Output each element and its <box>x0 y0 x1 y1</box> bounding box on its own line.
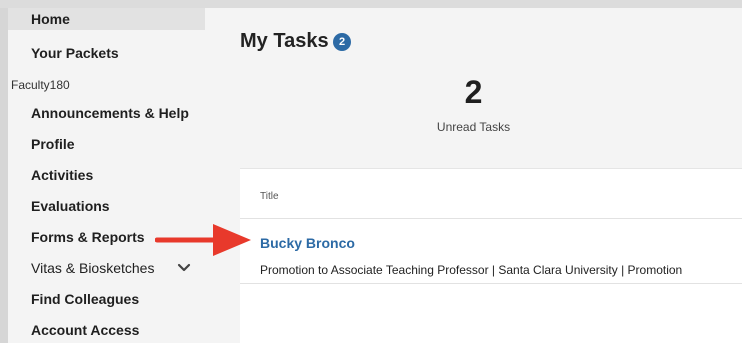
sidebar-item-label: Evaluations <box>31 198 110 214</box>
red-arrow-icon <box>155 224 251 256</box>
sidebar-item-label: Profile <box>31 136 75 152</box>
sidebar-item-account-access[interactable]: Account Access <box>8 315 205 343</box>
sidebar-item-label: Vitas & Biosketches <box>31 260 155 276</box>
page-title: My Tasks <box>240 30 329 52</box>
task-table: Title Bucky Bronco Promotion to Associat… <box>240 168 742 343</box>
sidebar: Home Your Packets Faculty180 Announcemen… <box>8 8 205 343</box>
sidebar-section-label: Faculty180 <box>11 78 70 92</box>
task-description: Promotion to Associate Teaching Professo… <box>260 263 683 277</box>
unread-task-label: Unread Tasks <box>436 120 511 134</box>
sidebar-item-label: Account Access <box>31 322 140 338</box>
sidebar-item-activities[interactable]: Activities <box>8 160 205 190</box>
sidebar-item-label: Find Colleagues <box>31 291 140 307</box>
sidebar-item-your-packets[interactable]: Your Packets <box>8 38 205 68</box>
sidebar-item-find-colleagues[interactable]: Find Colleagues <box>8 284 205 314</box>
sidebar-item-label: Home <box>31 11 70 27</box>
sidebar-item-home[interactable]: Home <box>8 8 205 30</box>
divider <box>240 218 742 219</box>
divider <box>240 283 742 284</box>
sidebar-item-label: Forms & Reports <box>31 229 145 245</box>
unread-task-count: 2 <box>464 74 483 110</box>
sidebar-item-label: Announcements & Help <box>31 105 189 121</box>
chevron-down-icon[interactable] <box>177 261 191 275</box>
top-bar <box>0 0 742 8</box>
task-title-link[interactable]: Bucky Bronco <box>260 235 355 251</box>
sidebar-item-label: Your Packets <box>31 45 119 61</box>
sidebar-item-label: Activities <box>31 167 94 183</box>
main-content: My Tasks 2 2 Unread Tasks Title Bucky Br… <box>205 8 742 343</box>
sidebar-item-profile[interactable]: Profile <box>8 129 205 159</box>
sidebar-item-announcements[interactable]: Announcements & Help <box>8 98 205 128</box>
column-header-title: Title <box>260 191 279 202</box>
left-edge <box>0 8 8 343</box>
sidebar-item-evaluations[interactable]: Evaluations <box>8 191 205 221</box>
task-count-badge: 2 <box>333 33 351 51</box>
